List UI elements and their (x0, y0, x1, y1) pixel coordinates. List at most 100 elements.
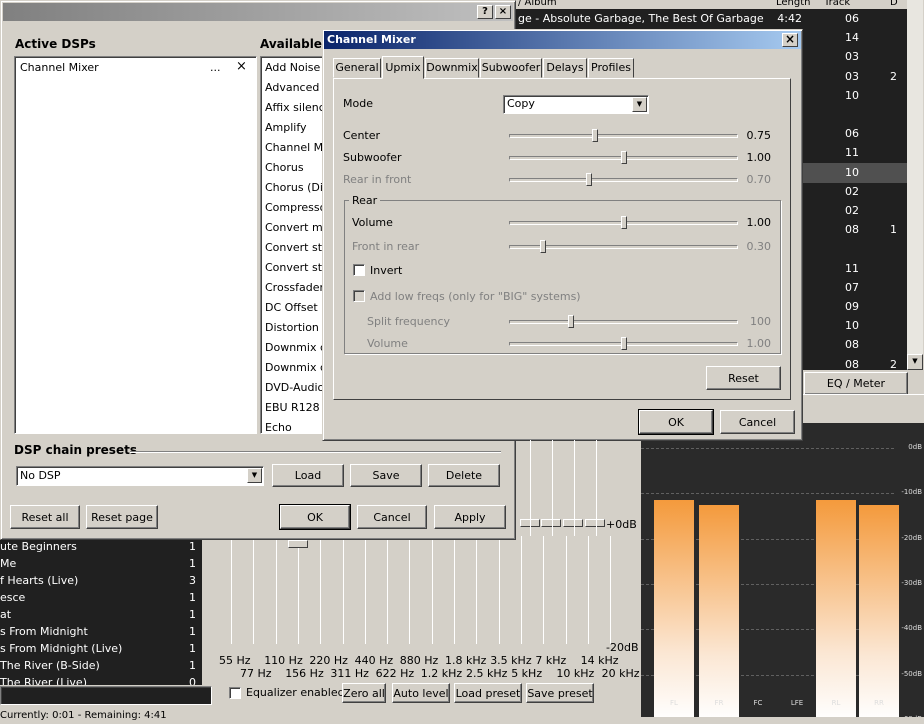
slider-thumb-split-frequency[interactable] (567, 315, 574, 328)
eq-band-track[interactable] (552, 440, 553, 536)
save-preset-button[interactable]: Save preset (526, 683, 594, 703)
eq-band-thumb[interactable] (563, 519, 583, 527)
load-preset-button[interactable]: Load preset (454, 683, 522, 703)
list-item[interactable]: Me 1 (0, 555, 202, 572)
active-dsp-item[interactable]: Channel Mixer ... × (15, 57, 254, 77)
eq-band-track[interactable] (565, 536, 567, 644)
list-item[interactable]: ute Beginners 1 (0, 538, 202, 555)
add-low-freqs-checkbox[interactable] (353, 290, 365, 302)
help-icon[interactable]: ? (477, 5, 493, 19)
eq-band-track[interactable] (342, 536, 344, 644)
available-dsp-item[interactable]: Downmix channels to stereo (261, 337, 329, 357)
available-dsp-item[interactable]: Chorus (261, 157, 329, 177)
available-dsp-item[interactable]: Convert stereo to mono (261, 237, 329, 257)
dsp-preset-select[interactable]: No DSP ▼ (16, 466, 264, 486)
eq-band-thumb[interactable] (287, 539, 308, 548)
tab-general[interactable]: General (333, 58, 381, 78)
chevron-down-icon[interactable]: ▼ (632, 97, 647, 112)
column-album[interactable]: / Album (518, 0, 557, 8)
album-list[interactable]: ute Beginners 1 Me 1 f Hearts (Live) 3 esce 1 at… (0, 538, 202, 685)
close-icon[interactable]: × (495, 5, 511, 19)
available-dsp-item[interactable]: DVD-Audio Watermark (261, 377, 329, 397)
available-dsp-item[interactable]: Compressor (261, 197, 329, 217)
slider-thumb-subwoofer[interactable] (620, 151, 627, 164)
eq-band-track[interactable] (596, 440, 597, 536)
list-item[interactable]: s From Midnight 1 (0, 623, 202, 640)
list-item[interactable]: The River (Live) 0 (0, 674, 202, 685)
eq-band-track[interactable] (530, 440, 531, 536)
available-dsp-item[interactable]: Chorus (Direct) (261, 177, 329, 197)
available-dsp-item[interactable]: DC Offset (261, 297, 329, 317)
more-icon[interactable]: ... (210, 61, 221, 74)
available-dsp-item[interactable]: Amplify (261, 117, 329, 137)
tab-downmix[interactable]: Downmix (425, 58, 479, 78)
eq-band-track[interactable] (275, 536, 277, 644)
column-track[interactable]: Track (824, 0, 850, 8)
eq-band-thumb[interactable] (585, 519, 605, 527)
search-box[interactable] (0, 686, 212, 705)
eq-band-track[interactable] (476, 536, 478, 644)
eq-band-thumb[interactable] (541, 519, 561, 527)
equalizer-enabled-checkbox[interactable] (229, 687, 241, 699)
apply-button[interactable]: Apply (434, 505, 506, 529)
invert-checkbox[interactable] (353, 264, 365, 276)
eq-band-track[interactable] (231, 536, 232, 644)
mode-select[interactable]: Copy ▼ (503, 95, 649, 114)
available-dsp-item[interactable]: Channel Mixer (261, 137, 329, 157)
available-dsp-item[interactable]: Downmix channels to mono (261, 357, 329, 377)
list-item[interactable]: esce 1 (0, 589, 202, 606)
delete-button[interactable]: Delete (428, 464, 500, 487)
tab-subwoofer[interactable]: Subwoofer (480, 58, 542, 78)
eq-band-track[interactable] (610, 536, 612, 644)
playlist-row[interactable]: ge - Absolute Garbage, The Best Of Garba… (514, 9, 907, 29)
available-dsp-item[interactable]: Convert stereo to 4 channels (261, 257, 329, 277)
eq-band-track[interactable] (454, 536, 455, 644)
list-item[interactable]: The River (B-Side) 1 (0, 657, 202, 674)
available-dsp-item[interactable]: EBU R128 Compressor (261, 397, 329, 417)
tab-upmix[interactable]: Upmix (382, 56, 424, 79)
available-dsp-item[interactable]: Advanced Limiter (261, 77, 329, 97)
close-icon[interactable]: × (782, 33, 798, 47)
slider-thumb-volume[interactable] (620, 216, 627, 229)
playlist-scrollbar[interactable]: ▼ (907, 0, 923, 370)
tab-eq-meter[interactable]: EQ / Meter (804, 372, 908, 394)
scroll-down-icon[interactable]: ▼ (907, 354, 923, 370)
eq-band-track[interactable] (498, 536, 500, 644)
list-item[interactable]: at 1 (0, 606, 202, 623)
reset-all-button[interactable]: Reset all (10, 505, 80, 529)
available-dsp-item[interactable]: Affix silence (261, 97, 329, 117)
list-item[interactable]: f Hearts (Live) 3 (0, 572, 202, 589)
eq-band-track[interactable] (587, 536, 589, 644)
mixer-reset-button[interactable]: Reset (706, 366, 781, 390)
slider-thumb-front-in-rear[interactable] (540, 240, 547, 253)
slider-thumb-center[interactable] (591, 129, 598, 142)
auto-level-button[interactable]: Auto level (392, 683, 450, 703)
remove-icon[interactable]: × (236, 59, 247, 74)
available-dsp-item[interactable]: Convert mono to stereo (261, 217, 329, 237)
available-dsp-item[interactable]: Crossfader (261, 277, 329, 297)
eq-band-track[interactable] (387, 536, 389, 644)
zero-all-button[interactable]: Zero all (342, 683, 386, 703)
eq-band-track[interactable] (574, 440, 575, 536)
eq-band-track[interactable] (409, 536, 411, 644)
slider-track-split-frequency[interactable] (509, 320, 738, 324)
load-button[interactable]: Load (272, 464, 344, 487)
eq-band-track[interactable] (297, 536, 299, 644)
list-item[interactable]: s From Midnight (Live) 1 (0, 640, 202, 657)
available-dsp-item[interactable]: Distortion (DirectX) (261, 317, 329, 337)
available-dsp-list[interactable]: Add Noise Advanced Limiter Affix silence Am… (260, 56, 330, 434)
available-dsp-item[interactable]: Echo (261, 417, 329, 433)
eq-band-track[interactable] (320, 536, 322, 644)
chevron-down-icon[interactable]: ▼ (247, 468, 262, 483)
column-disc[interactable]: D (890, 0, 898, 8)
slider-thumb-low-volume[interactable] (620, 337, 627, 350)
ok-button[interactable]: OK (279, 504, 351, 530)
save-button[interactable]: Save (350, 464, 422, 487)
available-dsp-item[interactable]: Add Noise (261, 57, 329, 77)
eq-band-track[interactable] (520, 536, 522, 644)
reset-page-button[interactable]: Reset page (86, 505, 158, 529)
slider-track-center[interactable] (509, 134, 738, 138)
cancel-button[interactable]: Cancel (357, 505, 427, 529)
eq-band-track[interactable] (431, 536, 433, 644)
column-length[interactable]: Length (776, 0, 811, 8)
